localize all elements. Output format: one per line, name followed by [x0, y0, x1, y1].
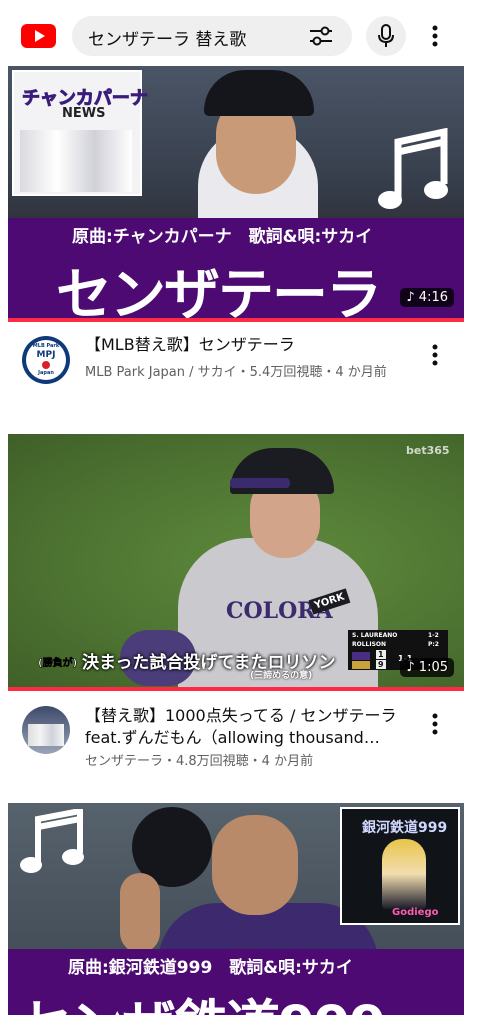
search-query[interactable]: センザテーラ 替え歌: [88, 25, 246, 50]
inset-album-art: 銀河鉄道999 Godiego: [340, 807, 460, 925]
thumb-caption-top: 原曲:銀河鉄道999 歌詞&唄:サカイ: [68, 958, 353, 978]
avatar-text-bot: Japan: [38, 370, 54, 376]
video-title[interactable]: 【MLB替え歌】センザテーラ: [85, 334, 405, 356]
inset-title: 銀河鉄道999: [362, 820, 448, 836]
thumb-caption-top: 原曲:チャンカパーナ 歌詞&唄:サカイ: [72, 227, 373, 247]
player-head: [212, 815, 298, 915]
channel-avatar[interactable]: [22, 706, 70, 754]
more-options-icon[interactable]: [424, 22, 446, 50]
filter-icon[interactable]: [308, 24, 334, 48]
score-batter: S. LAUREANO: [352, 632, 398, 639]
channel-avatar[interactable]: MLB Park MPJ Japan: [22, 336, 70, 384]
inset-subtitle: Godiego: [392, 907, 439, 918]
music-note-icon: [20, 809, 84, 873]
subtitle-note: (三諦めるの意): [250, 671, 313, 681]
video-title[interactable]: 【替え歌】1000点失ってる / センザテーラ feat.ずんだもん（allow…: [85, 705, 405, 749]
video-more-icon[interactable]: [424, 341, 446, 369]
score-a: 1: [376, 650, 386, 659]
avatar-red-dot: [42, 361, 50, 369]
video-meta: MLB Park Japan / サカイ・5.4万回視聴・4 か月前: [85, 365, 387, 380]
top-app-bar: センザテーラ 替え歌: [0, 0, 477, 66]
avatar-text-mid: MPJ: [36, 350, 56, 360]
inset-character: [382, 839, 426, 909]
subtitle-prefix: (勝負が): [38, 658, 78, 670]
score-team-a: [352, 652, 370, 660]
youtube-logo-icon[interactable]: [21, 24, 56, 48]
avatar-text-top: MLB Park: [32, 343, 60, 349]
video-thumbnail[interactable]: bet365 COLORA YORK S. LAUREANO 1-2 ROLLI…: [8, 434, 464, 691]
watched-progress-bar: [8, 318, 464, 322]
video-meta: センザテーラ・4.8万回視聴・4 か月前: [85, 754, 314, 769]
duration-text: 4:16: [418, 290, 448, 305]
raised-arm: [120, 873, 160, 953]
score-pitch-count: P:2: [428, 641, 439, 648]
inset-group-figures: [20, 130, 132, 192]
microphone-icon: [378, 24, 394, 47]
cap-brim: [230, 478, 290, 488]
score-b: 9: [376, 660, 386, 669]
video-thumbnail[interactable]: チャンカパーナ NEWS 原曲:チャンカパーナ 歌詞&唄:サカイ センザテーラ …: [8, 66, 464, 322]
thumb-caption-big: センザ鉄道999: [18, 981, 387, 1015]
voice-search-button[interactable]: [366, 16, 406, 56]
video-thumbnail[interactable]: 銀河鉄道999 Godiego 原曲:銀河鉄道999 歌詞&唄:サカイ センザ鉄…: [8, 803, 464, 1015]
avatar-figures: [28, 724, 64, 746]
inset-subtitle: NEWS: [62, 106, 106, 121]
video-more-icon[interactable]: [424, 710, 446, 738]
music-note-icon: [378, 128, 448, 209]
watched-progress-bar: [8, 687, 464, 691]
score-pitcher: ROLLISON: [352, 641, 387, 648]
duration-text: 1:05: [418, 660, 448, 675]
thumb-caption-big: センザテーラ: [56, 263, 382, 322]
duration-badge: ♪ 1:05: [400, 658, 454, 677]
score-team-b: [352, 661, 370, 669]
avatar-inner: MLB Park MPJ Japan: [26, 340, 66, 380]
broadcast-watermark: bet365: [406, 444, 450, 457]
duration-badge: ♪ 4:16: [400, 288, 454, 307]
score-count: 1-2: [428, 632, 439, 639]
inset-album-art: チャンカパーナ NEWS: [12, 70, 148, 196]
search-box[interactable]: センザテーラ 替え歌: [72, 16, 352, 56]
